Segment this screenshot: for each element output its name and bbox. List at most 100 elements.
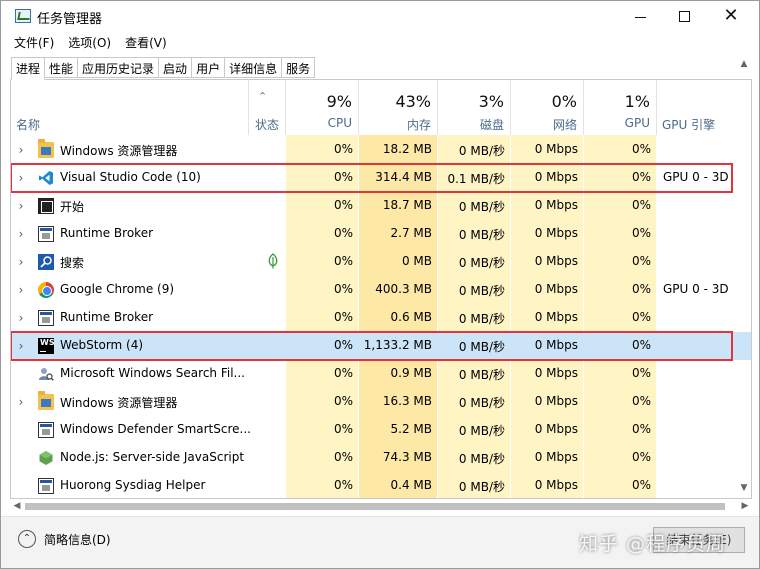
process-name: Huorong Sysdiag Helper	[60, 478, 206, 492]
chevron-right-icon[interactable]: ›	[16, 199, 26, 213]
process-name: Windows 资源管理器	[60, 396, 178, 410]
close-icon: ✕	[723, 5, 739, 26]
table-row[interactable]: › 搜索 0% 0 MB 0 MB/秒 0 Mbps 0%	[11, 248, 751, 276]
table-row[interactable]: Microsoft Windows Search Fil... 0% 0.9 MB 0…	[11, 360, 751, 388]
column-header-name[interactable]: 名称	[11, 80, 249, 135]
tab-details[interactable]: 详细信息	[224, 57, 283, 78]
minimize-button[interactable]	[617, 1, 663, 31]
cell-disk: 0 MB/秒	[458, 144, 505, 158]
cell-gpu: 0%	[631, 366, 651, 380]
cell-cpu: 0%	[333, 198, 353, 212]
task-manager-app-icon	[15, 9, 31, 23]
cell-gpu: 0%	[631, 394, 651, 408]
table-row[interactable]: › Runtime Broker 0% 0.6 MB 0 MB/秒 0 Mbps 0%	[11, 304, 751, 332]
process-name: Runtime Broker	[60, 226, 154, 240]
table-row[interactable]: › Windows 资源管理器 0% 18.2 MB 0 MB/秒 0 Mbps 0%	[11, 136, 751, 164]
column-status-label: 状态	[254, 118, 279, 132]
menu-view[interactable]: 查看(V)	[118, 32, 174, 52]
process-name: Windows Defender SmartScre...	[60, 422, 250, 436]
scroll-down-arrow-icon[interactable]: ▼	[737, 481, 751, 495]
menu-file[interactable]: 文件(F)	[7, 32, 61, 52]
cell-gpu: 0%	[631, 254, 651, 268]
vscode-icon	[38, 170, 54, 186]
cell-cpu: 0%	[333, 226, 353, 240]
column-header-memory[interactable]: 43% 内存	[359, 80, 438, 135]
cell-network: 0 Mbps	[534, 226, 578, 240]
cell-gpu: 0%	[631, 478, 651, 492]
cell-disk: 0 MB/秒	[458, 424, 505, 438]
table-row[interactable]: Node.js: Server-side JavaScript 0% 74.3 MB…	[11, 444, 751, 472]
cell-cpu: 0%	[333, 338, 353, 352]
cell-memory: 2.7 MB	[390, 226, 432, 240]
tab-startup[interactable]: 启动	[158, 57, 193, 78]
process-name: WebStorm (4)	[60, 338, 144, 352]
cell-memory: 5.2 MB	[390, 422, 432, 436]
column-header-network[interactable]: 0% 网络	[511, 80, 584, 135]
chevron-right-icon[interactable]: ›	[16, 227, 26, 241]
column-gpu-label: GPU	[624, 116, 650, 130]
chevron-right-icon[interactable]: ›	[16, 255, 26, 269]
table-header: 名称 ⌃ 状态 9% CPU 43% 内存 3% 磁盘 0% 网络 1% GPU…	[11, 80, 751, 135]
cell-memory: 16.3 MB	[382, 394, 432, 408]
horizontal-scrollbar[interactable]: ◀ ▶	[10, 499, 752, 513]
tab-services[interactable]: 服务	[281, 57, 316, 78]
task-manager-window: 任务管理器 ✕ 文件(F) 选项(O) 查看(V) 进程 性能 应用历史记录 启…	[0, 0, 760, 569]
tab-bar: 进程 性能 应用历史记录 启动 用户 详细信息 服务	[11, 57, 316, 80]
chevron-right-icon[interactable]: ›	[16, 283, 26, 297]
cell-network: 0 Mbps	[534, 254, 578, 268]
table-row[interactable]: Windows Defender SmartScre... 0% 5.2 MB 0 M…	[11, 416, 751, 444]
process-name: Node.js: Server-side JavaScript	[60, 450, 245, 464]
chevron-right-icon[interactable]: ›	[16, 395, 26, 409]
scroll-left-arrow-icon[interactable]: ◀	[10, 499, 24, 513]
cell-disk: 0 MB/秒	[458, 340, 505, 354]
table-row[interactable]: › Runtime Broker 0% 2.7 MB 0 MB/秒 0 Mbps 0%	[11, 220, 751, 248]
close-button[interactable]: ✕	[708, 1, 754, 31]
table-row[interactable]: › Visual Studio Code (10) 0% 314.4 MB 0.1 MB…	[11, 164, 751, 192]
table-row[interactable]: › Windows 资源管理器 0% 16.3 MB 0 MB/秒 0 Mbps 0%	[11, 388, 751, 416]
watermark-text: 知乎 @程序员周	[579, 533, 727, 555]
scroll-right-arrow-icon[interactable]: ▶	[738, 499, 752, 513]
tab-performance[interactable]: 性能	[44, 57, 79, 78]
tab-app-history[interactable]: 应用历史记录	[77, 57, 160, 78]
table-row[interactable]: › Google Chrome (9) 0% 400.3 MB 0 MB/秒 0 Mbps…	[11, 276, 751, 304]
process-name: Visual Studio Code (10)	[60, 170, 201, 184]
column-header-gpu[interactable]: 1% GPU	[584, 80, 657, 135]
scroll-up-arrow-icon[interactable]: ▲	[737, 57, 751, 71]
process-name: Windows 资源管理器	[60, 144, 178, 158]
column-disk-label: 磁盘	[479, 118, 504, 132]
chevron-right-icon[interactable]: ›	[16, 339, 26, 353]
column-header-status[interactable]: ⌃ 状态	[249, 80, 286, 135]
cell-cpu: 0%	[333, 422, 353, 436]
process-table: 名称 ⌃ 状态 9% CPU 43% 内存 3% 磁盘 0% 网络 1% GPU…	[10, 79, 752, 499]
tab-processes[interactable]: 进程	[11, 57, 46, 80]
vertical-scrollbar[interactable]: ▲ ▼	[737, 57, 751, 495]
chevron-right-icon[interactable]: ›	[16, 143, 26, 157]
cell-disk: 0 MB/秒	[458, 284, 505, 298]
network-total-percent: 0%	[551, 92, 577, 111]
cell-disk: 0 MB/秒	[458, 480, 505, 494]
cell-gpu: 0%	[631, 198, 651, 212]
webstorm-icon: WS	[38, 338, 55, 354]
chevron-right-icon[interactable]: ›	[16, 171, 26, 185]
horizontal-scroll-thumb[interactable]	[25, 503, 725, 510]
cell-memory: 18.2 MB	[382, 142, 432, 156]
cell-disk: 0.1 MB/秒	[447, 172, 505, 186]
table-row[interactable]: Huorong Sysdiag Helper 0% 0.4 MB 0 MB/秒 0 Mb…	[11, 472, 751, 498]
tab-users[interactable]: 用户	[191, 57, 226, 78]
cell-memory: 74.3 MB	[382, 450, 432, 464]
column-cpu-label: CPU	[327, 116, 352, 130]
cell-memory: 0 MB	[401, 254, 432, 268]
chevron-right-icon[interactable]: ›	[16, 311, 26, 325]
column-header-disk[interactable]: 3% 磁盘	[438, 80, 511, 135]
maximize-button[interactable]	[661, 1, 707, 31]
table-row[interactable]: › WS WebStorm (4) 0% 1,133.2 MB 0 MB/秒 0 Mbps 0…	[11, 332, 751, 360]
collapse-up-icon[interactable]: ⌃	[18, 530, 36, 548]
chrome-icon	[38, 282, 54, 298]
fewer-details-link[interactable]: 简略信息(D)	[44, 531, 111, 548]
cell-gpu-engine: GPU 0 - 3D	[663, 170, 729, 184]
menu-options[interactable]: 选项(O)	[61, 32, 118, 52]
process-name: 搜索	[60, 256, 85, 270]
table-row[interactable]: › 开始 0% 18.7 MB 0 MB/秒 0 Mbps 0%	[11, 192, 751, 220]
column-header-cpu[interactable]: 9% CPU	[286, 80, 359, 135]
cell-network: 0 Mbps	[534, 450, 578, 464]
